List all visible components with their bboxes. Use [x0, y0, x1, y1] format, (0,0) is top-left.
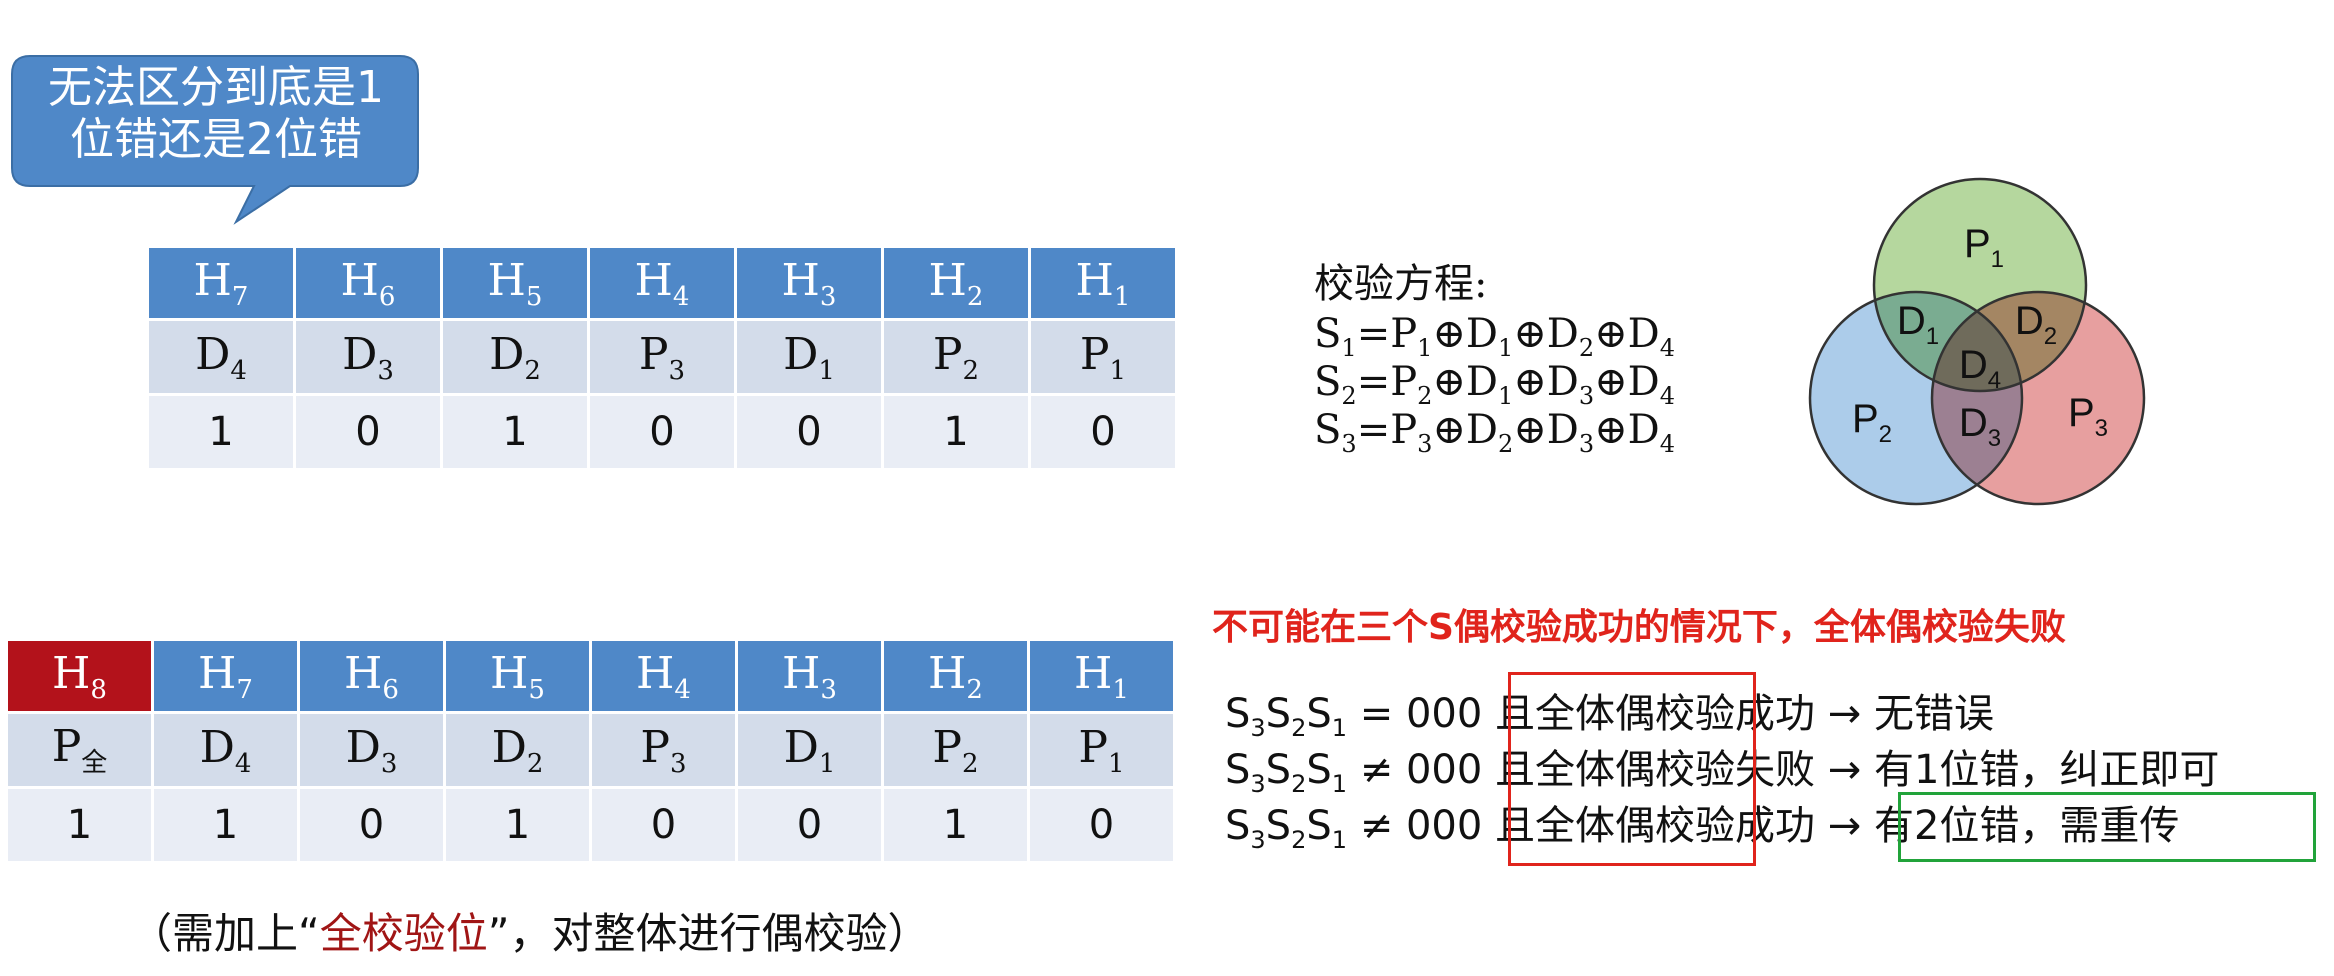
- arrow-icon: →: [1827, 803, 1862, 849]
- table2-value-cell: 1: [884, 789, 1027, 861]
- table2-label-cell: D4: [154, 714, 297, 786]
- table1-value-cell: 0: [590, 396, 734, 468]
- footnote-highlight: 全校验位: [319, 909, 488, 958]
- table2-value-cell: 0: [300, 789, 443, 861]
- callout-text: 无法区分到底是1 位错还是2位错: [16, 62, 416, 166]
- table1-header-cell: H4: [590, 248, 734, 318]
- table2-value-cell: 1: [446, 789, 589, 861]
- table1-label-row: D4 D3 D2 P3 D1 P2 P1: [149, 321, 1175, 393]
- table1-header-row: H7 H6 H5 H4 H3 H2 H1: [149, 248, 1175, 318]
- table2-value-cell: 1: [8, 789, 151, 861]
- table1-label-cell: P2: [884, 321, 1028, 393]
- table2-value-cell: 0: [738, 789, 881, 861]
- table1-header-cell: H6: [296, 248, 440, 318]
- table1-value-cell: 0: [1031, 396, 1175, 468]
- footnote: （需加上“全校验位”，对整体进行偶校验）: [130, 909, 930, 958]
- table2-value-cell: 1: [154, 789, 297, 861]
- table2-header-cell: H7: [154, 641, 297, 711]
- table2-label-cell: P3: [592, 714, 735, 786]
- table2-value-cell: 0: [1030, 789, 1173, 861]
- hamming-table-7bit: H7 H6 H5 H4 H3 H2 H1 D4 D3 D2 P3 D1 P2 P…: [146, 245, 1178, 471]
- table2-header-cell-h8: H8: [8, 641, 151, 711]
- venn-diagram: P1 P2 P3 D1 D2 D4 D3: [1808, 177, 2146, 506]
- table1-value-cell: 1: [149, 396, 293, 468]
- table1-label-cell: D3: [296, 321, 440, 393]
- highlight-box-check: [1508, 672, 1756, 866]
- table1-label-cell: P1: [1031, 321, 1175, 393]
- callout-line-2: 位错还是2位错: [70, 114, 362, 165]
- table1-header-cell: H3: [737, 248, 881, 318]
- table2-value-cell: 0: [592, 789, 735, 861]
- table2-header-cell: H5: [446, 641, 589, 711]
- table1-header-cell: H7: [149, 248, 293, 318]
- table2-label-cell: P1: [1030, 714, 1173, 786]
- arrow-icon: →: [1827, 747, 1862, 793]
- table1-value-cell: 0: [737, 396, 881, 468]
- table2-label-cell: D2: [446, 714, 589, 786]
- table2-header-cell: H4: [592, 641, 735, 711]
- table1-value-cell: 1: [884, 396, 1028, 468]
- table1-label-cell: D4: [149, 321, 293, 393]
- highlight-box-retransmit: [1898, 792, 2316, 862]
- table1-header-cell: H5: [443, 248, 587, 318]
- table1-value-cell: 0: [296, 396, 440, 468]
- table2-label-cell: P2: [884, 714, 1027, 786]
- table2-value-row: 1 1 0 1 0 0 1 0: [8, 789, 1173, 861]
- table1-value-cell: 1: [443, 396, 587, 468]
- table2-header-cell: H3: [738, 641, 881, 711]
- arrow-icon: →: [1827, 691, 1862, 737]
- table1-label-cell: P3: [590, 321, 734, 393]
- table2-header-cell: H6: [300, 641, 443, 711]
- hamming-table-8bit: H8 H7 H6 H5 H4 H3 H2 H1 P全 D4 D3 D2 P3 D…: [5, 638, 1176, 864]
- equation-s3: S3=P3⊕D2⊕D3⊕D4: [1314, 407, 1676, 458]
- table2-label-cell: D3: [300, 714, 443, 786]
- table2-label-cell: D1: [738, 714, 881, 786]
- table2-header-cell: H1: [1030, 641, 1173, 711]
- table1-label-cell: D1: [737, 321, 881, 393]
- table2-label-cell: P全: [8, 714, 151, 786]
- table1-header-cell: H1: [1031, 248, 1175, 318]
- table2-header-row: H8 H7 H6 H5 H4 H3 H2 H1: [8, 641, 1173, 711]
- callout-line-1: 无法区分到底是1: [48, 62, 384, 113]
- table2-label-row: P全 D4 D3 D2 P3 D1 P2 P1: [8, 714, 1173, 786]
- table2-header-cell: H2: [884, 641, 1027, 711]
- equations-title: 校验方程:: [1314, 261, 1488, 307]
- warning-text: 不可能在三个S偶校验成功的情况下，全体偶校验失败: [1212, 607, 2066, 648]
- table1-value-row: 1 0 1 0 0 1 0: [149, 396, 1175, 468]
- table1-label-cell: D2: [443, 321, 587, 393]
- table1-header-cell: H2: [884, 248, 1028, 318]
